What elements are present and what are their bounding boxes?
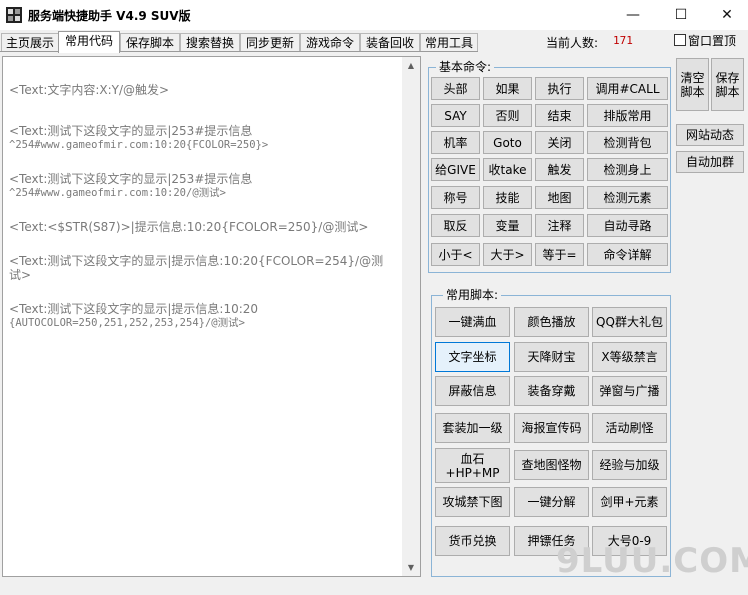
- code-line: <Text:<$STR(S87)>|提示信息:10:20{FCOLOR=250}…: [9, 220, 369, 234]
- cmd-equals-button[interactable]: 等于=: [535, 243, 584, 266]
- cmd-comment-button[interactable]: 注释: [535, 214, 584, 237]
- scroll-down-arrow-icon[interactable]: ▼: [402, 559, 420, 576]
- cmd-if-button[interactable]: 如果: [483, 77, 532, 100]
- script-map-monsters-button[interactable]: 查地图怪物: [514, 450, 589, 480]
- clear-script-button[interactable]: 清空 脚本: [676, 58, 709, 111]
- site-news-button[interactable]: 网站动态: [676, 124, 744, 146]
- script-set-level-button[interactable]: 套装加一级: [435, 413, 510, 443]
- cmd-negate-button[interactable]: 取反: [431, 214, 480, 237]
- code-line: <Text:文字内容:X:Y/@触发>: [9, 83, 170, 97]
- tab-bar: 主页展示 常用代码 保存脚本 搜索替换 同步更新 游戏命令 装备回收 常用工具: [0, 30, 748, 53]
- script-equip-wear-button[interactable]: 装备穿戴: [514, 376, 589, 406]
- code-line: <Text:测试下这段文字的显示|253#提示信息: [9, 124, 253, 138]
- window-title: 服务端快捷助手 V4.9 SUV版: [28, 9, 191, 23]
- script-sword-armor-button[interactable]: 剑甲+元素: [592, 487, 667, 517]
- online-count-label: 当前人数:: [546, 36, 599, 50]
- code-line: 试>: [9, 268, 32, 282]
- maximize-button[interactable]: ☐: [658, 0, 704, 30]
- cmd-greater-than-button[interactable]: 大于>: [483, 243, 532, 266]
- cmd-skill-button[interactable]: 技能: [483, 186, 532, 209]
- cmd-check-body-button[interactable]: 检测身上: [587, 158, 668, 181]
- close-button[interactable]: ✕: [704, 0, 748, 30]
- online-count-value: 171: [613, 34, 633, 47]
- cmd-head-button[interactable]: 头部: [431, 77, 480, 100]
- cmd-call-button[interactable]: 调用#CALL: [587, 77, 668, 100]
- script-qq-gift-button[interactable]: QQ群大礼包: [592, 307, 667, 337]
- script-popup-broadcast-button[interactable]: 弹窗与广播: [592, 376, 667, 406]
- code-line: <Text:测试下这段文字的显示|253#提示信息: [9, 172, 253, 186]
- code-line: ^254#www.gameofmir.com:10:20/@测试>: [9, 187, 226, 199]
- cmd-give-button[interactable]: 给GIVE: [431, 158, 480, 181]
- code-line: <Text:测试下这段文字的显示|提示信息:10:20{FCOLOR=254}/…: [9, 254, 384, 268]
- cmd-map-button[interactable]: 地图: [535, 186, 584, 209]
- script-treasure-drop-button[interactable]: 天降财宝: [514, 342, 589, 372]
- cmd-less-than-button[interactable]: 小于<: [431, 243, 480, 266]
- save-script-button[interactable]: 保存 脚本: [711, 58, 744, 111]
- script-level-mute-button[interactable]: X等级禁言: [592, 342, 667, 372]
- code-editor[interactable]: <Text:文字内容:X:Y/@触发> <Text:测试下这段文字的显示|253…: [2, 56, 421, 577]
- code-line: ^254#www.gameofmir.com:10:20{FCOLOR=250}…: [9, 139, 269, 151]
- cmd-check-element-button[interactable]: 检测元素: [587, 186, 668, 209]
- cmd-end-button[interactable]: 结束: [535, 104, 584, 127]
- pin-window-label[interactable]: 窗口置顶: [688, 32, 736, 49]
- tab-search-replace[interactable]: 搜索替换: [180, 33, 240, 52]
- code-line: {AUTOCOLOR=250,251,252,253,254}/@测试>: [9, 317, 245, 329]
- cmd-trigger-button[interactable]: 触发: [535, 158, 584, 181]
- script-event-spawn-button[interactable]: 活动刷怪: [592, 413, 667, 443]
- tab-game-commands[interactable]: 游戏命令: [300, 33, 360, 52]
- cmd-close-button[interactable]: 关闭: [535, 131, 584, 154]
- pin-window-checkbox[interactable]: [674, 34, 686, 46]
- cmd-random-button[interactable]: 机率: [431, 131, 480, 154]
- script-text-coords-button[interactable]: 文字坐标: [435, 342, 510, 372]
- scroll-up-arrow-icon[interactable]: ▲: [402, 57, 420, 74]
- cmd-execute-button[interactable]: 执行: [535, 77, 584, 100]
- tab-common-tools[interactable]: 常用工具: [420, 33, 478, 52]
- tab-equipment-recycle[interactable]: 装备回收: [360, 33, 420, 52]
- tab-saved-scripts[interactable]: 保存脚本: [120, 33, 180, 52]
- script-color-broadcast-button[interactable]: 颜色播放: [514, 307, 589, 337]
- cmd-else-button[interactable]: 否则: [483, 104, 532, 127]
- cmd-check-bag-button[interactable]: 检测背包: [587, 131, 668, 154]
- cmd-say-button[interactable]: SAY: [431, 104, 480, 127]
- script-exp-level-button[interactable]: 经验与加级: [592, 450, 667, 480]
- tab-home[interactable]: 主页展示: [1, 33, 59, 52]
- title-bar: 服务端快捷助手 V4.9 SUV版 — ☐ ✕: [0, 0, 748, 30]
- auto-join-group-button[interactable]: 自动加群: [676, 151, 744, 173]
- script-decompose-button[interactable]: 一键分解: [514, 487, 589, 517]
- cmd-goto-button[interactable]: Goto: [483, 131, 532, 154]
- script-block-info-button[interactable]: 屏蔽信息: [435, 376, 510, 406]
- tab-sync-update[interactable]: 同步更新: [240, 33, 300, 52]
- minimize-button[interactable]: —: [610, 0, 656, 30]
- cmd-take-button[interactable]: 收take: [483, 158, 532, 181]
- editor-content: <Text:文字内容:X:Y/@触发> <Text:测试下这段文字的显示|253…: [9, 83, 405, 330]
- site-watermark: 9LUU.COM: [556, 541, 748, 581]
- code-line: <Text:测试下这段文字的显示|提示信息:10:20: [9, 302, 259, 316]
- cmd-title-button[interactable]: 称号: [431, 186, 480, 209]
- editor-scrollbar[interactable]: ▲ ▼: [402, 57, 420, 576]
- script-currency-exchange-button[interactable]: 货币兑换: [435, 526, 510, 556]
- script-full-hp-button[interactable]: 一键满血: [435, 307, 510, 337]
- cmd-variable-button[interactable]: 变量: [483, 214, 532, 237]
- tab-common-code[interactable]: 常用代码: [58, 31, 120, 53]
- basic-commands-legend: 基本命令:: [436, 60, 495, 74]
- cmd-layout-button[interactable]: 排版常用: [587, 104, 668, 127]
- app-logo-icon: [6, 7, 22, 23]
- script-blood-stone-button[interactable]: 血石 +HP+MP: [435, 448, 510, 483]
- cmd-auto-path-button[interactable]: 自动寻路: [587, 214, 668, 237]
- script-poster-code-button[interactable]: 海报宣传码: [514, 413, 589, 443]
- cmd-details-button[interactable]: 命令详解: [587, 243, 668, 266]
- script-siege-button[interactable]: 攻城禁下图: [435, 487, 510, 517]
- common-scripts-legend: 常用脚本:: [443, 288, 502, 302]
